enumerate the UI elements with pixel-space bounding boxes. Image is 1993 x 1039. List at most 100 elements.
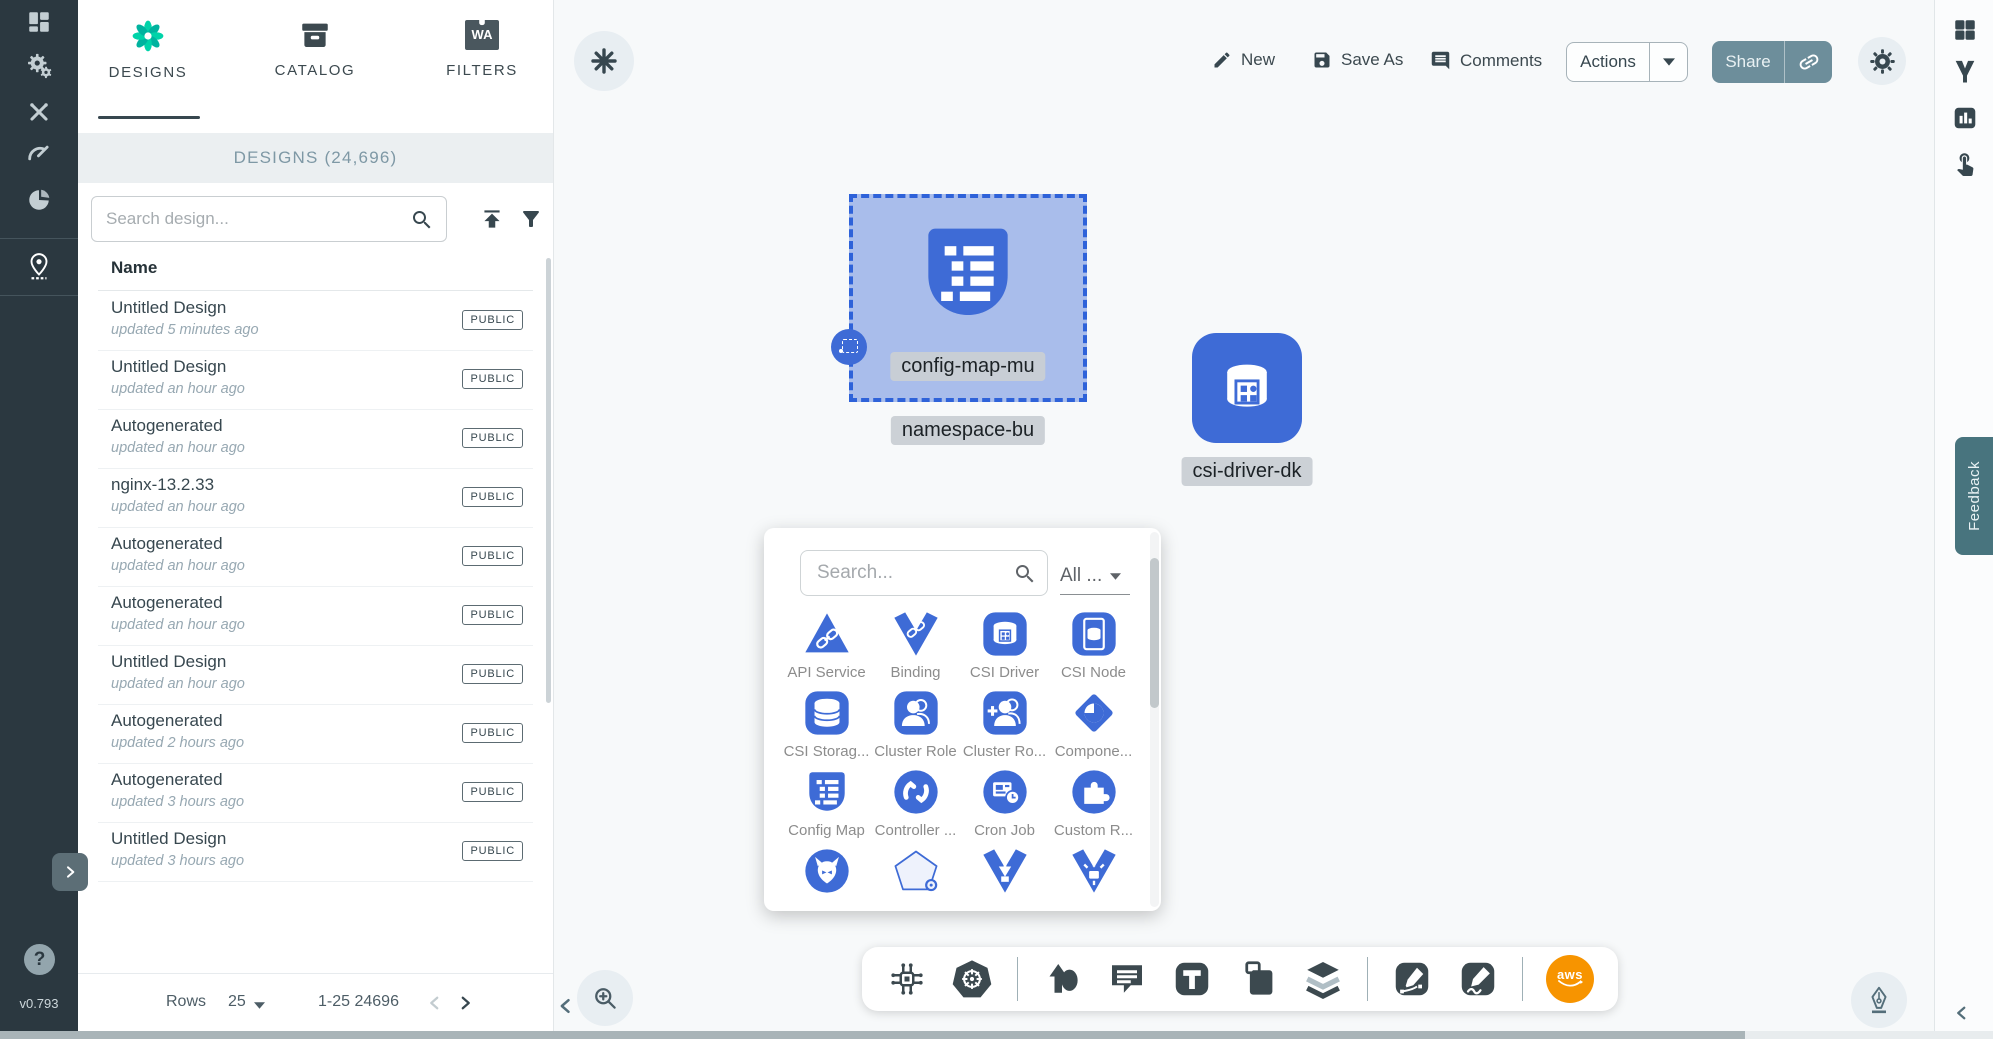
design-list-scrollbar[interactable] (546, 258, 551, 703)
visibility-badge: PUBLIC (462, 782, 523, 802)
component-label: API Service (787, 664, 865, 681)
canvas-settings-button[interactable] (1858, 37, 1906, 85)
comments-button[interactable]: Comments (1430, 50, 1542, 71)
component-item-daemon-set[interactable] (782, 843, 871, 911)
component-search-input[interactable] (801, 551, 1103, 595)
meshsync-snapshot-button[interactable] (574, 31, 634, 91)
component-item-config-map[interactable]: Config Map (782, 764, 871, 843)
merge-icon[interactable] (1951, 58, 1979, 86)
csi-driver-node[interactable] (1192, 333, 1302, 443)
design-row[interactable]: nginx-13.2.33 updated an hour ago PUBLIC (98, 468, 533, 528)
text-tool[interactable] (1171, 958, 1213, 1000)
component-item-api-service[interactable]: API Service (782, 606, 871, 685)
component-item-deployment[interactable] (871, 843, 960, 911)
help-button[interactable]: ? (24, 944, 55, 975)
new-button[interactable]: New (1212, 50, 1275, 70)
settings-gears-icon[interactable] (0, 44, 78, 88)
kubernetes-icon (951, 958, 993, 1000)
horizontal-scrollbar[interactable] (0, 1031, 1993, 1039)
note-tool[interactable] (1237, 958, 1279, 1000)
publish-design-icon[interactable] (477, 204, 507, 234)
scrollbar-thumb[interactable] (0, 1031, 1745, 1039)
visibility-badge: PUBLIC (462, 841, 523, 861)
component-item-cron-job[interactable]: Cron Job (960, 764, 1049, 843)
tab-filters[interactable]: WA FILTERS (412, 18, 552, 79)
csi-driver-node-label[interactable]: csi-driver-dk (1182, 457, 1313, 486)
share-split-button[interactable]: Share (1712, 41, 1832, 83)
pen-tool[interactable] (1391, 958, 1433, 1000)
analytics-icon[interactable] (1951, 104, 1979, 132)
help-glyph: ? (34, 949, 46, 971)
previous-page-icon[interactable] (426, 994, 444, 1012)
component-item-csi-driver[interactable]: CSI Driver (960, 606, 1049, 685)
component-item-cluster-role-binding[interactable]: Cluster Ro... (960, 685, 1049, 764)
design-search-input[interactable] (92, 197, 504, 241)
layers-tool[interactable] (1302, 958, 1344, 1000)
widgets-icon[interactable] (1951, 16, 1979, 44)
namespace-group-label[interactable]: namespace-bu (891, 416, 1045, 445)
comment-tool[interactable] (1106, 958, 1148, 1000)
copy-link-button[interactable] (1785, 41, 1832, 83)
save-icon (1312, 50, 1332, 70)
filter-designs-icon[interactable] (516, 204, 546, 234)
shapes-tool[interactable] (1041, 958, 1083, 1000)
component-item-binding[interactable]: Binding (871, 606, 960, 685)
component-item-endpoints[interactable] (1049, 843, 1138, 911)
kubernetes-tool[interactable] (951, 958, 993, 1000)
component-item-endpoint[interactable] (960, 843, 1049, 911)
csi-node-icon (1068, 606, 1120, 662)
share-label[interactable]: Share (1712, 41, 1785, 83)
design-row[interactable]: Autogenerated updated an hour ago PUBLIC (98, 527, 533, 587)
component-item-controller-revision[interactable]: Controller ... (871, 764, 960, 843)
tab-designs[interactable]: DESIGNS (78, 18, 218, 81)
performance-icon[interactable] (0, 131, 78, 175)
provider-icon[interactable] (0, 178, 78, 222)
design-name: Autogenerated (111, 534, 223, 554)
shapes-icon (1042, 959, 1082, 999)
feedback-tab[interactable]: Feedback (1955, 437, 1993, 555)
config-map-node-label[interactable]: config-map-mu (890, 352, 1045, 381)
design-row[interactable]: Untitled Design updated 3 hours ago PUBL… (98, 822, 533, 882)
component-item-component-status[interactable]: Compone... (1049, 685, 1138, 764)
deployment-icon (890, 843, 942, 899)
save-as-button[interactable]: Save As (1312, 50, 1403, 70)
actions-label[interactable]: Actions (1567, 43, 1650, 81)
component-category-select[interactable]: All ... (1060, 558, 1130, 595)
collapse-dock-chevron[interactable] (1953, 1004, 1971, 1022)
collapse-panel-chevron[interactable] (556, 996, 576, 1016)
freehand-draw-tool[interactable] (1457, 958, 1499, 1000)
note-icon (1238, 959, 1278, 999)
component-item-csi-storage-capacity[interactable]: CSI Storag... (782, 685, 871, 764)
component-graph-tool[interactable] (886, 958, 928, 1000)
design-row[interactable]: Untitled Design updated an hour ago PUBL… (98, 350, 533, 410)
toolbar-divider (1367, 957, 1368, 1001)
next-page-icon[interactable] (456, 994, 474, 1012)
component-item-cluster-role[interactable]: Cluster Role (871, 685, 960, 764)
dashboard-icon[interactable] (0, 0, 78, 44)
component-panel-scrollbar[interactable] (1150, 532, 1159, 907)
touch-icon[interactable] (1951, 149, 1979, 177)
zoom-in-button[interactable] (577, 970, 633, 1026)
toolbox-icon[interactable] (0, 90, 78, 134)
component-item-csi-node[interactable]: CSI Node (1049, 606, 1138, 685)
rows-per-page-select[interactable]: 25 (228, 993, 246, 1011)
node-connector-handle[interactable] (831, 329, 867, 365)
environment-pin-item[interactable] (0, 238, 78, 296)
design-row[interactable]: Untitled Design updated an hour ago PUBL… (98, 645, 533, 705)
design-mode-button[interactable] (1851, 972, 1907, 1028)
design-row[interactable]: Untitled Design updated 5 minutes ago PU… (98, 291, 533, 351)
actions-split-button[interactable]: Actions (1566, 42, 1688, 82)
csi-driver-icon (979, 606, 1031, 662)
component-item-custom-resource[interactable]: Custom R... (1049, 764, 1138, 843)
design-row[interactable]: Autogenerated updated 3 hours ago PUBLIC (98, 763, 533, 823)
expand-rail-button[interactable] (52, 853, 88, 891)
design-row[interactable]: Autogenerated updated an hour ago PUBLIC (98, 409, 533, 469)
tab-catalog[interactable]: CATALOG (245, 18, 385, 79)
design-row[interactable]: Autogenerated updated 2 hours ago PUBLIC (98, 704, 533, 764)
design-row[interactable]: Autogenerated updated an hour ago PUBLIC (98, 586, 533, 646)
chevron-down-icon[interactable] (254, 1002, 265, 1009)
aws-shapes-button[interactable]: aws (1546, 955, 1594, 1003)
comment-icon (1107, 959, 1147, 999)
component-label: Cluster Ro... (963, 743, 1046, 760)
actions-dropdown-toggle[interactable] (1650, 43, 1687, 81)
